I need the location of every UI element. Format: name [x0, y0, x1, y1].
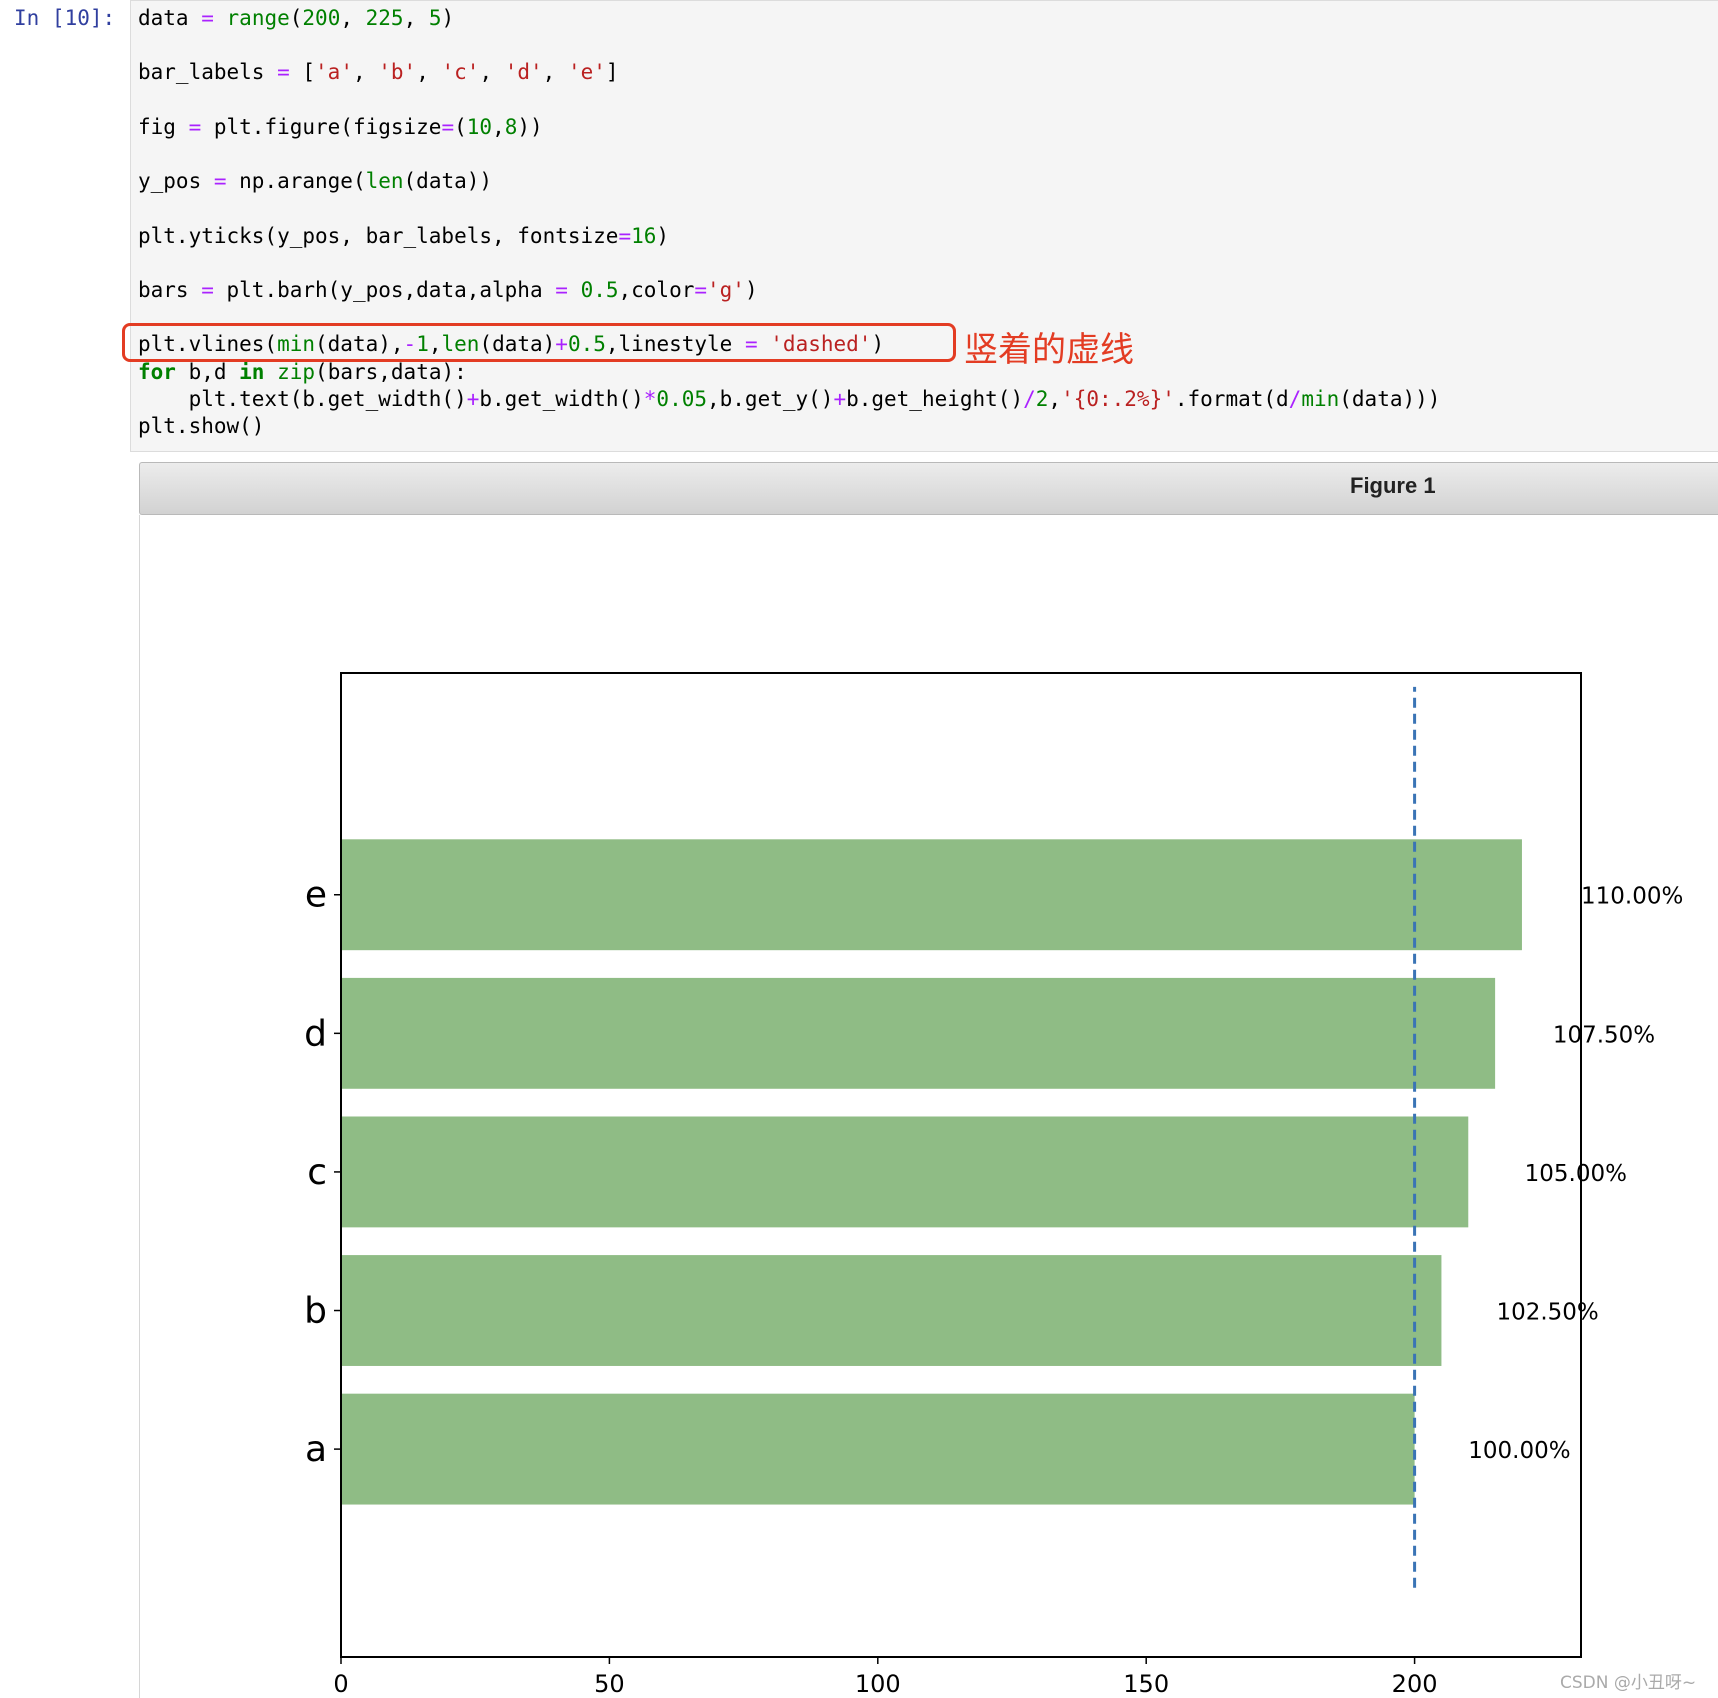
- x-tick-label: 150: [1123, 1670, 1169, 1698]
- bar-b: [341, 1255, 1442, 1366]
- y-tick-label-e: e: [305, 875, 327, 916]
- bar-value-label: 105.00%: [1525, 1161, 1627, 1187]
- bar-d: [341, 977, 1496, 1089]
- bar-value-label: 107.50%: [1553, 1022, 1655, 1048]
- bar-value-label: 110.00%: [1581, 884, 1683, 910]
- y-tick-label-c: c: [307, 1152, 327, 1193]
- x-tick-label: 0: [333, 1670, 348, 1698]
- x-tick-label: 50: [594, 1670, 625, 1698]
- y-tick-label-b: b: [304, 1291, 327, 1332]
- y-tick-label-a: a: [305, 1429, 327, 1470]
- bar-a: [341, 1393, 1415, 1505]
- watermark: CSDN @小丑呀~: [1560, 1673, 1697, 1693]
- bar-value-label: 100.00%: [1468, 1438, 1570, 1464]
- bar-e: [341, 839, 1522, 951]
- x-tick-label: 200: [1392, 1670, 1438, 1698]
- x-tick-label: 100: [855, 1670, 901, 1698]
- bar-chart: a b c d e 0 50 100 150 200 100.00% 102.50% 105.00% 10…: [304, 672, 1683, 1698]
- bar-c: [341, 1116, 1469, 1228]
- y-tick-label-d: d: [304, 1013, 327, 1054]
- bar-value-label: 102.50%: [1496, 1300, 1598, 1326]
